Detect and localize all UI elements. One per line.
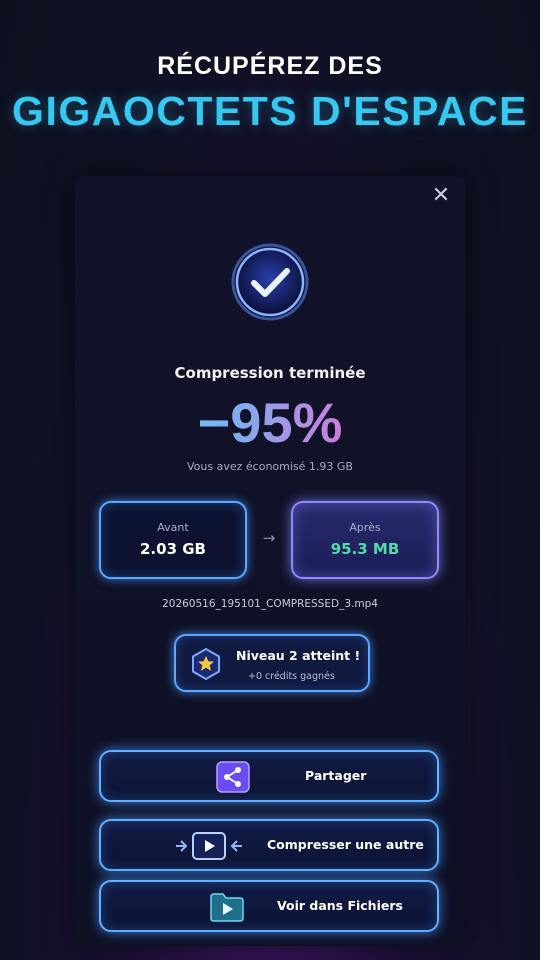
size-before-value: 2.03 GB [140, 540, 206, 558]
size-after-box: Après 95.3 MB [291, 501, 439, 579]
size-after-value: 95.3 MB [330, 540, 400, 558]
star-badge-icon [190, 647, 222, 681]
folder-video-icon [209, 891, 245, 927]
close-icon[interactable]: ✕ [429, 184, 453, 208]
saved-space-text: Vous avez économisé 1.93 GB [187, 460, 353, 473]
headline-line-1: RÉCUPÉREZ DES [157, 52, 383, 80]
headline-line-2: GIGAOCTETS D'ESPACE [12, 88, 528, 134]
headline: RÉCUPÉREZ DES GIGAOCTETS D'ESPACE [0, 48, 540, 136]
share-button[interactable]: Partager [99, 750, 439, 802]
size-after-caption: Après [349, 521, 381, 534]
arrow-right-icon: → [262, 529, 276, 547]
level-badge-card: Niveau 2 atteint ! +0 crédits gagnés [174, 634, 370, 692]
completion-status: Compression terminée [174, 364, 366, 382]
compression-result-dialog: ✕ Compression terminée −95% Vous avez éc… [75, 176, 465, 946]
compress-another-label: Compresser une autre [267, 837, 424, 852]
output-filename: 20260516_195101_COMPRESSED_3.mp4 [162, 598, 378, 610]
compress-another-button[interactable]: Compresser une autre [99, 819, 439, 871]
size-before-caption: Avant [157, 521, 189, 534]
checkmark-icon [230, 242, 310, 322]
level-title: Niveau 2 atteint ! [236, 648, 361, 663]
share-button-label: Partager [305, 768, 367, 783]
share-icon [216, 761, 250, 797]
video-compress-icon [173, 830, 245, 866]
size-before-box: Avant 2.03 GB [99, 501, 247, 579]
credits-earned: +0 crédits gagnés [248, 671, 335, 682]
reduction-percent: −95% [75, 388, 465, 458]
view-in-files-button[interactable]: Voir dans Fichiers [99, 880, 439, 932]
view-in-files-label: Voir dans Fichiers [277, 898, 403, 913]
